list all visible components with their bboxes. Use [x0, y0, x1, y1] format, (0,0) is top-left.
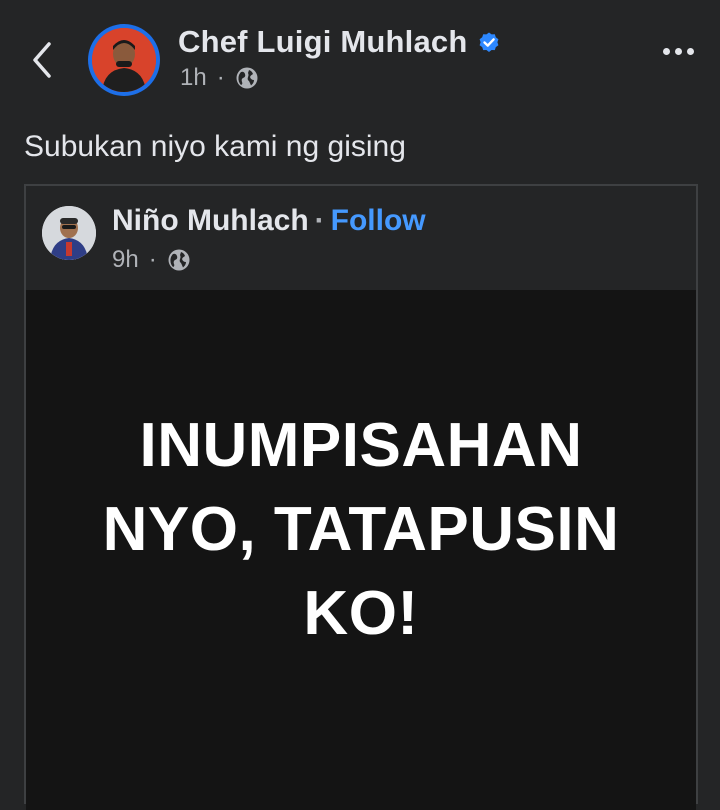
more-options-button[interactable] [663, 48, 694, 55]
shared-separator: · [314, 204, 325, 237]
shared-meta-separator: · [148, 246, 157, 273]
shared-post-image[interactable]: INUMPISAHAN NYO, TATAPUSIN KO! [26, 290, 696, 810]
back-button[interactable] [22, 38, 62, 82]
post-meta: 1h · [180, 64, 259, 92]
verified-badge-icon [480, 32, 499, 52]
chevron-left-icon [33, 42, 51, 78]
image-text-line: NYO, TATAPUSIN [102, 495, 620, 564]
shared-author-name[interactable]: Niño Muhlach [112, 204, 309, 238]
image-text-line: KO! [303, 579, 419, 648]
shared-post-time[interactable]: 9h [112, 246, 139, 274]
shared-post-header: Niño Muhlach · Follow 9h · [26, 186, 696, 290]
author-avatar[interactable] [88, 24, 160, 96]
shared-post-meta: 9h · [112, 246, 191, 274]
post-caption: Subukan niyo kami ng gising [24, 130, 406, 163]
author-avatar-image [92, 28, 156, 92]
post-time[interactable]: 1h [180, 64, 207, 92]
globe-icon [168, 249, 190, 271]
shared-author-avatar[interactable] [42, 206, 96, 260]
image-text: INUMPISAHAN NYO, TATAPUSIN KO! [103, 404, 620, 656]
shared-post-card[interactable]: Niño Muhlach · Follow 9h · INUMPISAHAN N… [24, 184, 698, 810]
author-name[interactable]: Chef Luigi Muhlach [178, 24, 501, 60]
post-header: Chef Luigi Muhlach 1h · [0, 0, 720, 110]
author-name-text[interactable]: Chef Luigi Muhlach [178, 24, 467, 60]
globe-icon [236, 67, 258, 89]
follow-button[interactable]: Follow [331, 204, 426, 238]
more-horizontal-icon [663, 48, 670, 55]
image-text-line: INUMPISAHAN [139, 411, 583, 480]
shared-author-row: Niño Muhlach · Follow [112, 204, 426, 238]
meta-separator: · [216, 64, 225, 91]
